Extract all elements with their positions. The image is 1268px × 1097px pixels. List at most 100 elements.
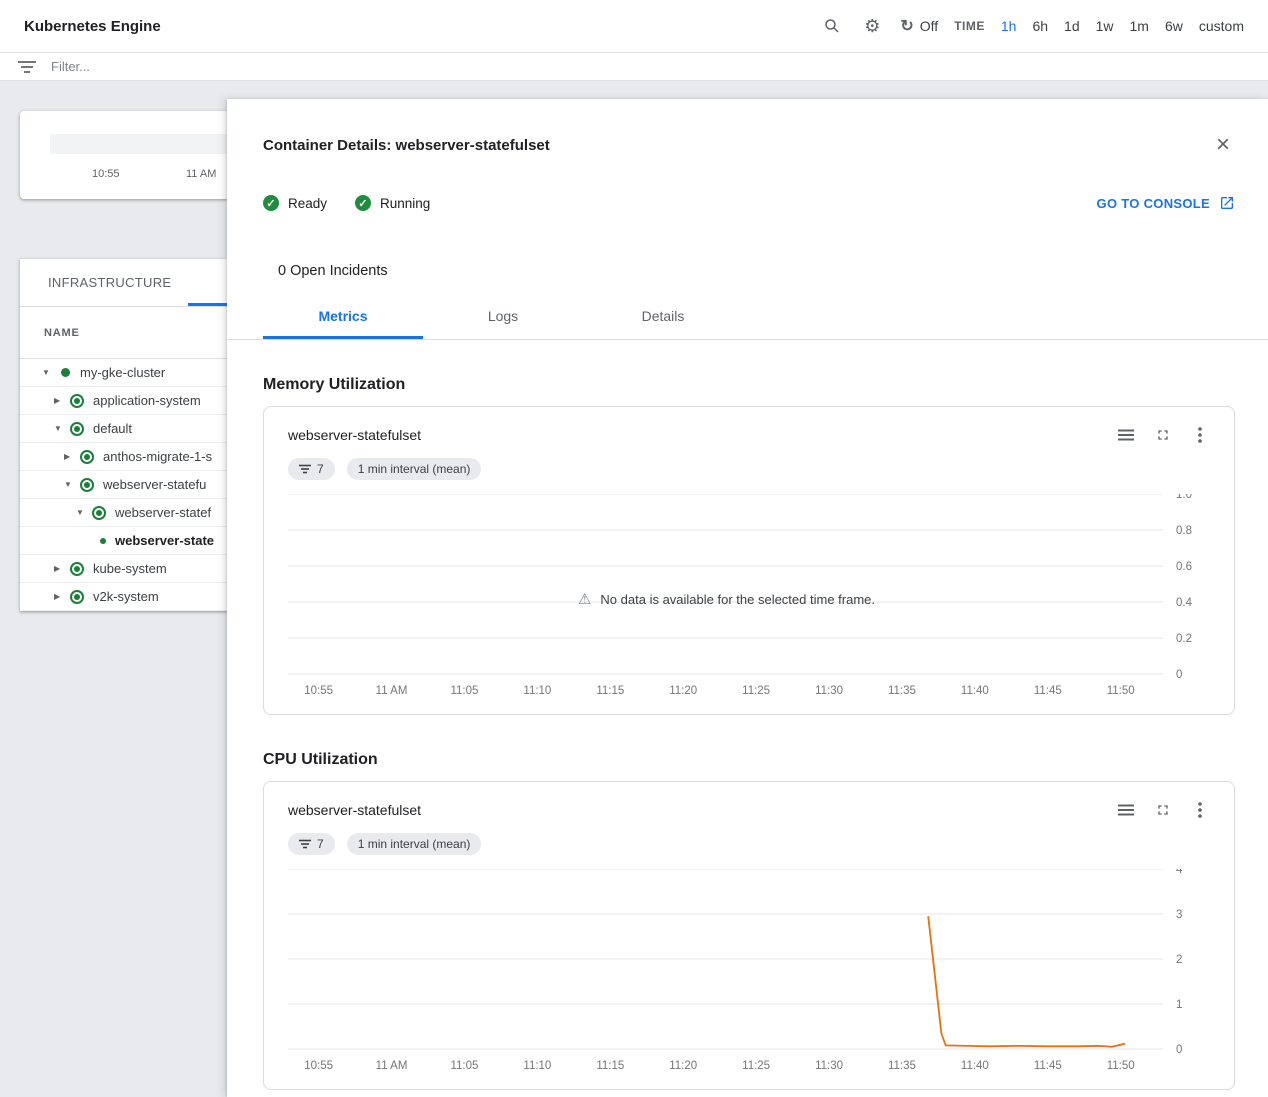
tree-item-label: application-system (93, 393, 201, 408)
expand-arrow-icon[interactable] (54, 396, 70, 405)
app-title: Kubernetes Engine (24, 18, 161, 35)
auto-refresh-label: Off (920, 18, 938, 34)
collapse-arrow-icon[interactable] (64, 480, 80, 489)
svg-text:11:25: 11:25 (742, 685, 770, 697)
status-row: Ready Running GO TO CONSOLE (263, 195, 1235, 211)
filter-count-chip[interactable]: 7 (288, 458, 335, 480)
collapse-arrow-icon[interactable] (54, 424, 70, 433)
svg-text:11:20: 11:20 (669, 685, 697, 697)
status-ok-icon (80, 450, 94, 464)
funnel-icon (299, 839, 311, 849)
tab-logs[interactable]: Logs (423, 293, 583, 339)
auto-refresh-toggle[interactable]: Off (900, 16, 938, 36)
status-label: Ready (288, 196, 327, 211)
time-range-1h[interactable]: 1h (1001, 18, 1017, 34)
svg-text:11:40: 11:40 (961, 685, 989, 697)
status-dot-icon (61, 368, 70, 377)
panel-title: Container Details: webserver-statefulset (263, 137, 550, 154)
svg-text:10:55: 10:55 (304, 685, 333, 697)
svg-text:11:30: 11:30 (815, 1060, 843, 1072)
tree-item-label: webserver-statefu (103, 477, 206, 492)
close-icon[interactable] (1211, 133, 1235, 157)
chart-title: webserver-statefulset (288, 427, 421, 443)
time-range-custom[interactable]: custom (1199, 18, 1244, 34)
legend-list-icon[interactable] (1116, 425, 1136, 445)
warning-icon (578, 590, 591, 608)
svg-text:11:30: 11:30 (815, 685, 843, 697)
cpu-chart-canvas[interactable]: 0123410:5511 AM11:0511:1011:1511:2011:25… (288, 869, 1210, 1075)
mini-chart-tick: 11 AM (186, 168, 216, 180)
time-range-6h[interactable]: 6h (1032, 18, 1048, 34)
svg-text:11 AM: 11 AM (376, 685, 408, 697)
memory-utilization-heading: Memory Utilization (263, 376, 1235, 394)
filter-input[interactable] (51, 59, 1253, 74)
go-to-console-link[interactable]: GO TO CONSOLE (1097, 195, 1235, 211)
interval-chip[interactable]: 1 min interval (mean) (347, 833, 482, 855)
filter-list-icon (15, 55, 39, 79)
container-dot-icon (100, 538, 106, 544)
svg-text:4: 4 (1176, 869, 1183, 876)
cpu-utilization-heading: CPU Utilization (263, 751, 1235, 769)
svg-text:0: 0 (1176, 1044, 1182, 1056)
tree-item-label: kube-system (93, 561, 167, 576)
svg-text:2: 2 (1176, 954, 1182, 966)
svg-text:11:05: 11:05 (450, 1060, 478, 1072)
interval-chip[interactable]: 1 min interval (mean) (347, 458, 482, 480)
svg-text:11:05: 11:05 (450, 685, 478, 697)
more-options-kebab-icon[interactable] (1190, 800, 1210, 820)
expand-arrow-icon[interactable] (54, 592, 70, 601)
time-range-6w[interactable]: 6w (1165, 18, 1183, 34)
tree-item-label: default (93, 421, 132, 436)
svg-text:11:10: 11:10 (523, 685, 551, 697)
container-details-panel: Container Details: webserver-statefulset… (227, 99, 1268, 1097)
svg-text:0.2: 0.2 (1176, 633, 1192, 645)
fullscreen-icon[interactable] (1153, 425, 1173, 445)
tab-infrastructure[interactable]: INFRASTRUCTURE (48, 275, 171, 290)
status-ok-icon (92, 506, 106, 520)
memory-chart-card: webserver-statefulset 7 (263, 406, 1235, 715)
memory-chart-canvas[interactable]: 00.20.40.60.81.010:5511 AM11:0511:1011:1… (288, 494, 1210, 700)
svg-text:11:15: 11:15 (596, 685, 624, 697)
more-options-kebab-icon[interactable] (1190, 425, 1210, 445)
search-icon[interactable] (820, 14, 844, 38)
svg-text:1: 1 (1176, 999, 1182, 1011)
open-in-new-icon (1219, 195, 1235, 211)
svg-text:0.6: 0.6 (1176, 561, 1192, 573)
svg-text:11:40: 11:40 (961, 1060, 989, 1072)
tree-item-label: v2k-system (93, 589, 159, 604)
svg-text:11:50: 11:50 (1107, 1060, 1135, 1072)
status-label: Running (380, 196, 430, 211)
collapse-arrow-icon[interactable] (42, 368, 58, 377)
filter-count: 7 (317, 462, 324, 476)
status-ready: Ready (263, 195, 327, 211)
svg-text:1.0: 1.0 (1176, 494, 1192, 501)
tree-item-label: webserver-state (115, 533, 214, 548)
collapse-arrow-icon[interactable] (76, 508, 92, 517)
tab-details[interactable]: Details (583, 293, 743, 339)
time-range-1m[interactable]: 1m (1130, 18, 1149, 34)
funnel-icon (299, 464, 311, 474)
svg-text:11:20: 11:20 (669, 1060, 697, 1072)
status-ok-icon (70, 394, 84, 408)
svg-text:11:45: 11:45 (1034, 685, 1062, 697)
refresh-icon (900, 16, 913, 36)
status-ok-icon (70, 562, 84, 576)
tree-item-label: webserver-statef (115, 505, 211, 520)
svg-text:11:45: 11:45 (1034, 1060, 1062, 1072)
expand-arrow-icon[interactable] (64, 452, 80, 461)
settings-gear-icon[interactable] (860, 14, 884, 38)
legend-list-icon[interactable] (1116, 800, 1136, 820)
time-label: TIME (954, 19, 985, 33)
expand-arrow-icon[interactable] (54, 564, 70, 573)
check-circle-icon (355, 195, 371, 211)
time-range-1d[interactable]: 1d (1064, 18, 1080, 34)
mini-chart-tick: 10:55 (92, 168, 120, 180)
status-running: Running (355, 195, 430, 211)
fullscreen-icon[interactable] (1153, 800, 1173, 820)
filter-count-chip[interactable]: 7 (288, 833, 335, 855)
svg-text:11:50: 11:50 (1107, 685, 1135, 697)
time-range-1w[interactable]: 1w (1096, 18, 1114, 34)
tab-metrics[interactable]: Metrics (263, 293, 423, 339)
open-incidents-label[interactable]: 0 Open Incidents (278, 263, 1235, 279)
cpu-chart-card: webserver-statefulset 7 (263, 781, 1235, 1090)
